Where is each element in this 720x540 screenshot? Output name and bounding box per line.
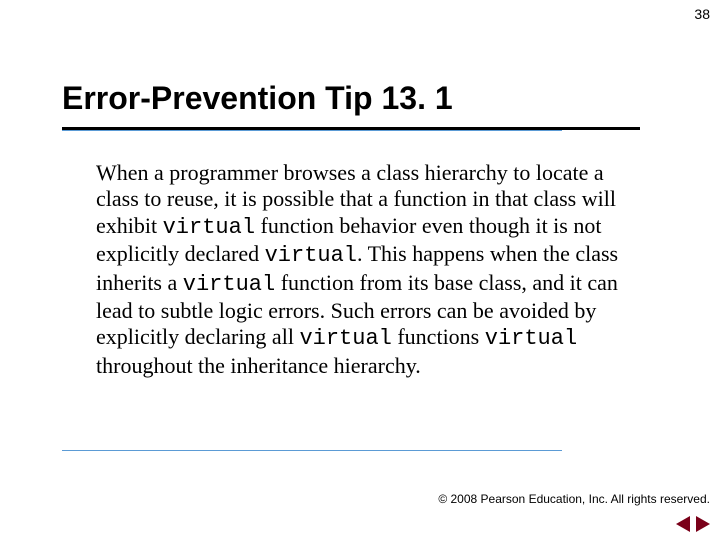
keyword-virtual: virtual xyxy=(163,215,255,240)
slide-title-block: Error-Prevention Tip 13. 1 xyxy=(62,80,640,130)
body-text: When a programmer browses a class hierar… xyxy=(96,160,640,379)
copyright-footer: © 2008 Pearson Education, Inc. All right… xyxy=(438,492,710,506)
body-text-segment: throughout the inheritance hierarchy. xyxy=(96,353,421,378)
body-text-segment: functions xyxy=(392,324,485,349)
next-slide-icon[interactable] xyxy=(696,516,710,532)
keyword-virtual: virtual xyxy=(485,326,577,351)
bottom-rule xyxy=(62,450,562,451)
title-underline-accent xyxy=(62,130,562,131)
prev-slide-icon[interactable] xyxy=(676,516,690,532)
keyword-virtual: virtual xyxy=(265,243,357,268)
nav-arrows xyxy=(676,516,710,532)
slide-title: Error-Prevention Tip 13. 1 xyxy=(62,80,640,119)
keyword-virtual: virtual xyxy=(299,326,391,351)
keyword-virtual: virtual xyxy=(183,272,275,297)
page-number: 38 xyxy=(694,6,710,22)
